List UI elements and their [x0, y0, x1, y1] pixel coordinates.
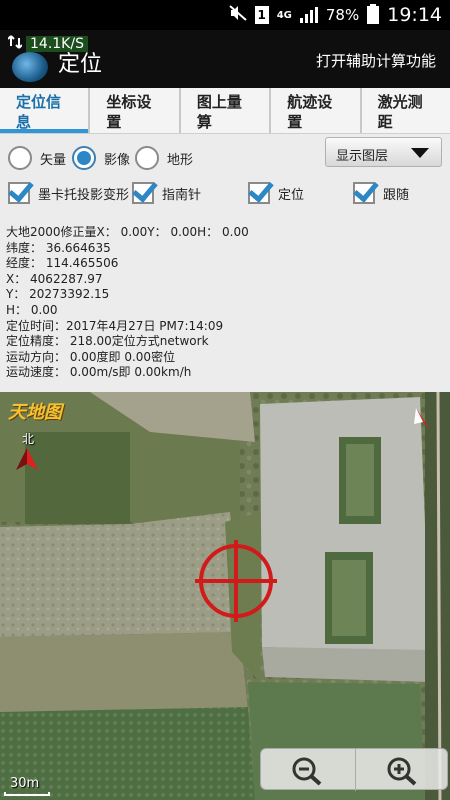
- radio-circle: [135, 146, 159, 170]
- clock: 19:14: [387, 4, 442, 26]
- zoom-in-button[interactable]: [355, 749, 449, 791]
- satellite-map[interactable]: 天地图 北: [0, 392, 450, 800]
- show-layers-dropdown[interactable]: 显示图层: [325, 137, 442, 167]
- sync-icon: [7, 34, 23, 54]
- dropdown-arrow-icon: [411, 148, 429, 158]
- assist-calc-button[interactable]: 打开辅助计算功能: [316, 50, 436, 71]
- scale-bar: 30m: [4, 776, 54, 796]
- info-line: X： 4062287.97: [6, 271, 103, 286]
- north-label: 北: [22, 432, 35, 446]
- location-crosshair-icon: [195, 540, 277, 622]
- checkbox-locate[interactable]: 定位: [248, 182, 304, 204]
- info-line: 经度： 114.465506: [6, 256, 119, 271]
- scale-label: 30m: [10, 776, 40, 791]
- option-checkboxes: 墨卡托投影变形 指南针 定位 跟随: [0, 182, 450, 210]
- zoom-out-icon: [292, 757, 322, 786]
- radio-vector[interactable]: 矢量: [8, 146, 66, 170]
- zoom-controls: [260, 748, 449, 791]
- tab-coordinate-settings[interactable]: 坐标设 置: [90, 88, 181, 133]
- tab-map-measure[interactable]: 图上量 算: [181, 88, 272, 133]
- checkbox-label: 定位: [278, 187, 305, 203]
- tab-label: 息: [16, 113, 32, 131]
- tianditu-logo: 天地图: [8, 402, 62, 423]
- checkbox-compass[interactable]: 指南针: [132, 182, 201, 204]
- radio-label: 影像: [104, 152, 131, 168]
- scale-line: [4, 792, 50, 796]
- info-line: 定位时间：2017年4月27日 PM7:14:09: [6, 318, 224, 333]
- radio-label: 地形: [167, 152, 194, 168]
- checkbox-mercator[interactable]: 墨卡托投影变形: [8, 182, 129, 204]
- radio-circle-selected: [72, 146, 96, 170]
- info-line: H： 0.00: [6, 302, 58, 317]
- tab-label: 置: [106, 113, 122, 131]
- tab-label: 航迹设: [287, 93, 333, 111]
- tab-label: 距: [377, 113, 393, 131]
- tab-label: 算: [196, 113, 212, 131]
- radio-terrain[interactable]: 地形: [135, 146, 193, 170]
- checkbox-follow[interactable]: 跟随: [353, 182, 409, 204]
- checkbox-checked: [8, 182, 30, 204]
- tab-laser-ranging[interactable]: 激光测 距: [362, 88, 450, 133]
- checkbox-checked: [132, 182, 154, 204]
- mute-icon: [229, 5, 247, 25]
- checkbox-checked: [248, 182, 270, 204]
- app-logo-icon: [12, 52, 48, 82]
- signal-icon: [299, 7, 318, 23]
- location-info-panel: 大地2000修正量X： 0.00Y： 0.00H： 0.00 纬度： 36.66…: [6, 225, 446, 381]
- sim-icon: 1: [254, 6, 269, 24]
- zoom-out-button[interactable]: [261, 749, 355, 791]
- checkbox-label: 指南针: [162, 187, 202, 203]
- checkbox-label: 跟随: [383, 187, 410, 203]
- tab-track-settings[interactable]: 航迹设 置: [271, 88, 362, 133]
- info-line: 大地2000修正量X： 0.00Y： 0.00H： 0.00: [6, 225, 249, 239]
- radio-imagery[interactable]: 影像: [72, 146, 130, 170]
- tab-label: 置: [287, 113, 303, 131]
- info-line: 运动速度： 0.00m/s即 0.00km/h: [6, 365, 192, 380]
- tab-location-info[interactable]: 定位信 息: [0, 88, 91, 133]
- info-line: Y： 20273392.15: [6, 287, 110, 302]
- zoom-in-icon: [387, 757, 417, 786]
- battery-percent: 78%: [325, 6, 360, 24]
- app-bar: 14.1K/S 定位 打开辅助计算功能: [0, 30, 450, 88]
- north-arrow-icon: [16, 448, 38, 470]
- info-line: 定位精度： 218.00定位方式network: [6, 334, 209, 349]
- tab-label: 图上量: [196, 93, 242, 111]
- info-line: 纬度： 36.664635: [6, 240, 111, 255]
- tab-bar: 定位信 息 坐标设 置 图上量 算 航迹设 置 激光测 距: [0, 88, 450, 134]
- tab-label: 坐标设: [106, 93, 152, 111]
- radio-label: 矢量: [40, 152, 67, 168]
- app-title: 定位: [58, 52, 103, 77]
- network-type: 4G: [276, 9, 292, 21]
- tab-label: 定位信: [16, 93, 62, 111]
- dropdown-label: 显示图层: [336, 149, 389, 164]
- tab-label: 激光测: [377, 93, 423, 111]
- checkbox-checked: [353, 182, 375, 204]
- checkbox-label: 墨卡托投影变形: [38, 187, 130, 203]
- info-line: 运动方向： 0.00度即 0.00密位: [6, 349, 176, 364]
- status-bar: 1 4G 78% 19:14: [0, 0, 450, 30]
- battery-icon: [367, 4, 380, 24]
- compass-icon[interactable]: [412, 406, 434, 432]
- radio-circle: [8, 146, 32, 170]
- status-icons: 1 4G 78% 19:14: [229, 0, 442, 30]
